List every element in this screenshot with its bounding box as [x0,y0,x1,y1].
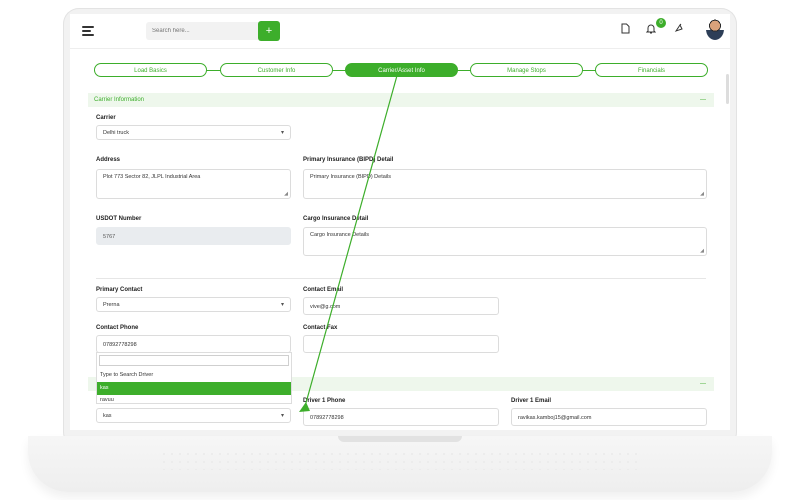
annotation-arrow [299,71,399,412]
arrow-head [299,402,310,412]
app-screen: + 0 Load Basics Customer Info Carrier/As… [70,14,730,430]
keyboard-texture [160,450,640,470]
arrow-line [303,71,399,411]
laptop-notch [338,436,462,442]
